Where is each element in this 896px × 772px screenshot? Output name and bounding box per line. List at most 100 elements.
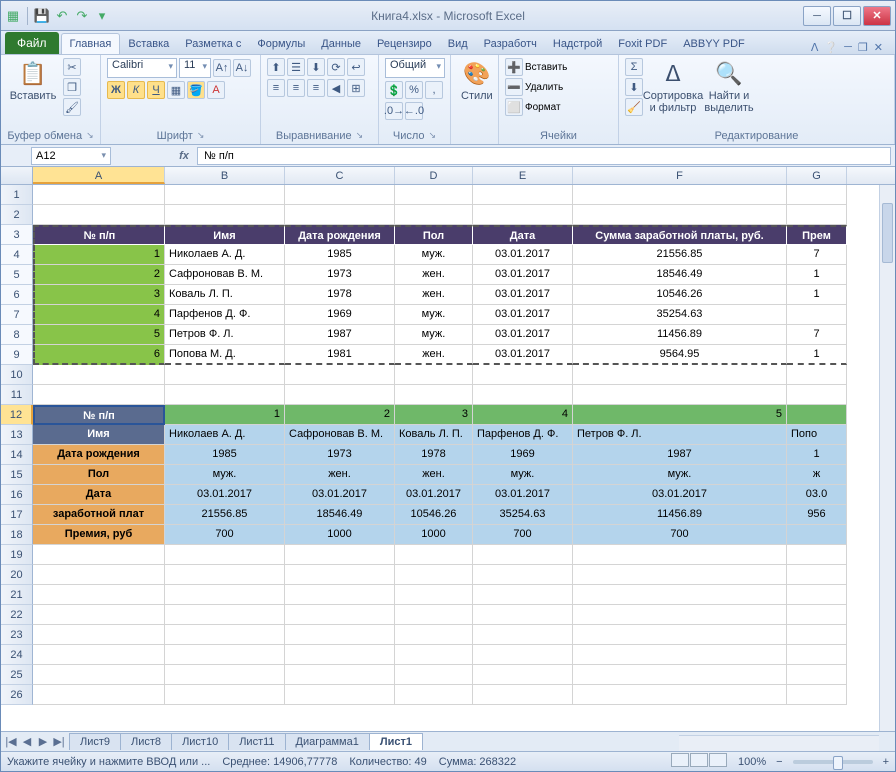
row-header-15[interactable]: 15 [1,465,33,485]
cell-B4[interactable]: Николаев А. Д. [165,245,285,265]
cell-A15[interactable]: Пол [33,465,165,485]
cell-E1[interactable] [473,185,573,205]
cell-A3[interactable]: № п/п [33,225,165,245]
col-header-B[interactable]: B [165,167,285,184]
zoom-level[interactable]: 100% [738,756,766,768]
zoom-out-icon[interactable]: − [776,756,782,768]
tab-review[interactable]: Рецензиро [369,34,440,54]
cell-F9[interactable]: 9564.95 [573,345,787,365]
row-header-4[interactable]: 4 [1,245,33,265]
row-header-9[interactable]: 9 [1,345,33,365]
cell-G8[interactable]: 7 [787,325,847,345]
cell-G25[interactable] [787,665,847,685]
cell-D15[interactable]: жен. [395,465,473,485]
copy-icon[interactable]: ❐ [63,78,81,96]
cell-G26[interactable] [787,685,847,705]
align-bottom-icon[interactable]: ⬇ [307,58,325,76]
cell-B2[interactable] [165,205,285,225]
cell-C10[interactable] [285,365,395,385]
spreadsheet-grid[interactable]: ABCDEFG 12345678910111213141516171819202… [1,167,895,731]
cell-B25[interactable] [165,665,285,685]
cell-F13[interactable]: Петров Ф. Л. [573,425,787,445]
row-header-26[interactable]: 26 [1,685,33,705]
row-header-14[interactable]: 14 [1,445,33,465]
cell-F7[interactable]: 35254.63 [573,305,787,325]
cell-B14[interactable]: 1985 [165,445,285,465]
cell-C24[interactable] [285,645,395,665]
cell-E26[interactable] [473,685,573,705]
cell-B20[interactable] [165,565,285,585]
cell-A12[interactable]: № п/п [33,405,165,425]
row-header-6[interactable]: 6 [1,285,33,305]
cell-G2[interactable] [787,205,847,225]
increase-decimal-icon[interactable]: .0→ [385,102,403,120]
cell-F5[interactable]: 18546.49 [573,265,787,285]
cell-F2[interactable] [573,205,787,225]
cell-D26[interactable] [395,685,473,705]
row-header-8[interactable]: 8 [1,325,33,345]
cell-A8[interactable]: 5 [33,325,165,345]
format-cells-label[interactable]: Формат [525,102,561,113]
cell-D3[interactable]: Пол [395,225,473,245]
delete-cells-icon[interactable]: ➖ [505,78,523,96]
cell-D25[interactable] [395,665,473,685]
cell-E12[interactable]: 4 [473,405,573,425]
cell-F11[interactable] [573,385,787,405]
tab-developer[interactable]: Разработч [476,34,545,54]
cell-E11[interactable] [473,385,573,405]
redo-icon[interactable]: ↷ [74,8,90,24]
insert-cells-icon[interactable]: ➕ [505,58,523,76]
cell-D1[interactable] [395,185,473,205]
cell-A6[interactable]: 3 [33,285,165,305]
row-header-23[interactable]: 23 [1,625,33,645]
cell-A18[interactable]: Премия, руб [33,525,165,545]
cell-G23[interactable] [787,625,847,645]
find-select-button[interactable]: 🔍Найти и выделить [703,58,755,116]
cell-E15[interactable]: муж. [473,465,573,485]
cell-C23[interactable] [285,625,395,645]
cell-B6[interactable]: Коваль Л. П. [165,285,285,305]
tab-home[interactable]: Главная [61,33,121,54]
cell-G9[interactable]: 1 [787,345,847,365]
col-header-G[interactable]: G [787,167,847,184]
cell-D24[interactable] [395,645,473,665]
cell-F14[interactable]: 1987 [573,445,787,465]
tab-file[interactable]: Файл [5,32,59,54]
cell-D8[interactable]: муж. [395,325,473,345]
cell-G16[interactable]: 03.0 [787,485,847,505]
formula-input[interactable]: № п/п [197,147,891,165]
cell-F21[interactable] [573,585,787,605]
col-header-D[interactable]: D [395,167,473,184]
cell-E8[interactable]: 03.01.2017 [473,325,573,345]
cell-G21[interactable] [787,585,847,605]
cell-B5[interactable]: Сафроновав В. М. [165,265,285,285]
border-button[interactable]: ▦ [167,81,185,99]
row-header-3[interactable]: 3 [1,225,33,245]
cell-F24[interactable] [573,645,787,665]
tab-formulas[interactable]: Формулы [249,34,313,54]
zoom-slider[interactable] [793,760,873,764]
cell-D7[interactable]: муж. [395,305,473,325]
cell-F20[interactable] [573,565,787,585]
cell-D6[interactable]: жен. [395,285,473,305]
row-header-19[interactable]: 19 [1,545,33,565]
col-header-A[interactable]: A [33,167,165,184]
cell-A5[interactable]: 2 [33,265,165,285]
maximize-button[interactable]: ☐ [833,6,861,26]
row-header-18[interactable]: 18 [1,525,33,545]
doc-minimize-icon[interactable]: ─ [844,41,852,54]
zoom-in-icon[interactable]: + [883,756,889,768]
cell-B12[interactable]: 1 [165,405,285,425]
cell-C26[interactable] [285,685,395,705]
cell-G15[interactable]: ж [787,465,847,485]
cell-D5[interactable]: жен. [395,265,473,285]
row-header-16[interactable]: 16 [1,485,33,505]
cell-F8[interactable]: 11456.89 [573,325,787,345]
sheet-tab-Лист10[interactable]: Лист10 [171,733,229,750]
cell-E20[interactable] [473,565,573,585]
cell-G24[interactable] [787,645,847,665]
cell-F15[interactable]: муж. [573,465,787,485]
cell-B9[interactable]: Попова М. Д. [165,345,285,365]
row-header-7[interactable]: 7 [1,305,33,325]
tab-foxit[interactable]: Foxit PDF [610,34,675,54]
